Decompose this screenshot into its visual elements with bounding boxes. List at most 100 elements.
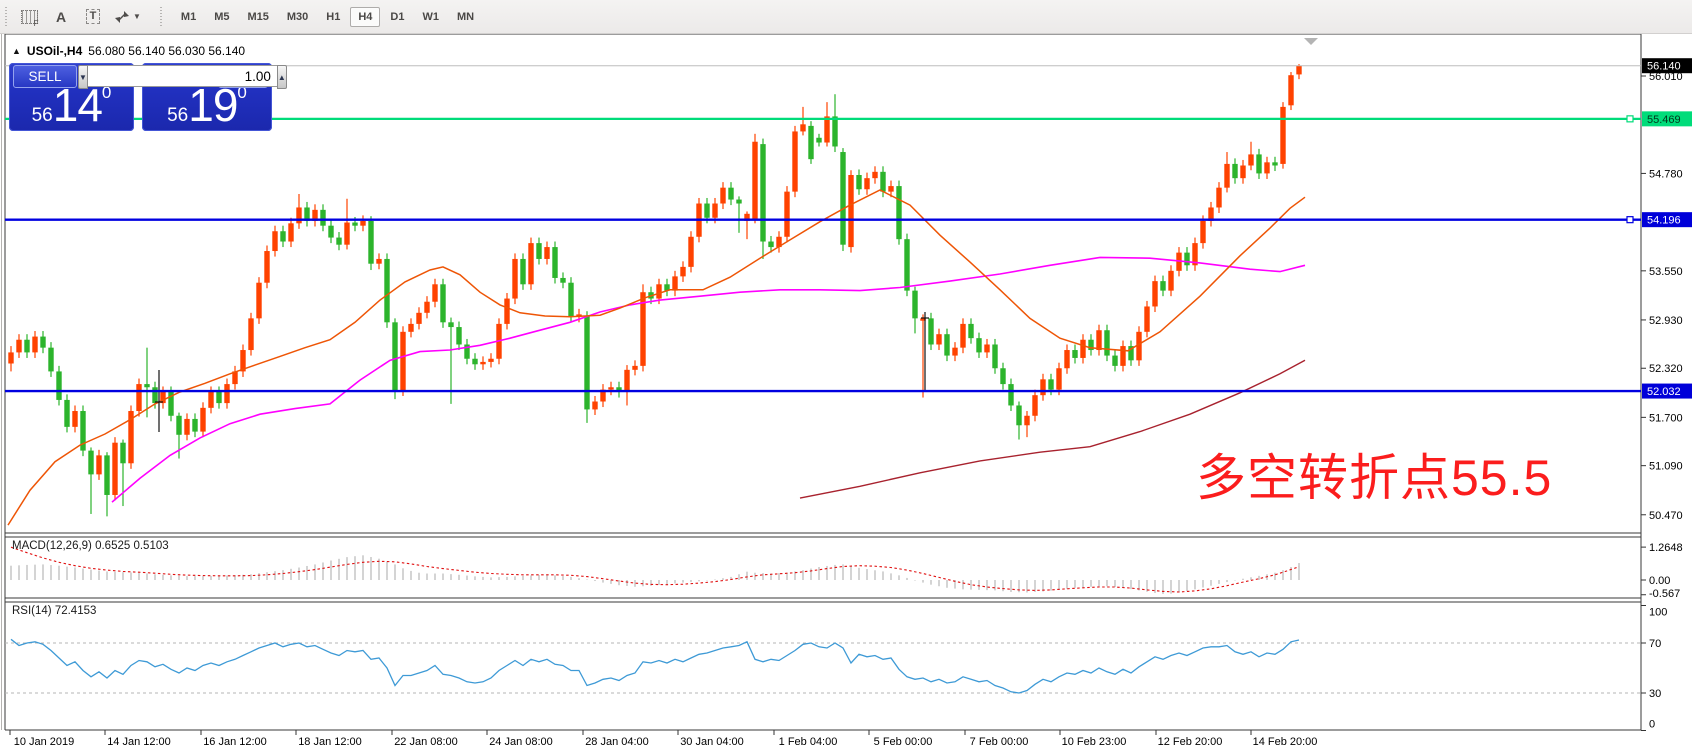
tab-timeframe-m30[interactable]: M30 (279, 7, 316, 27)
candle-body (992, 344, 997, 368)
candle-body (1072, 350, 1077, 358)
candle-body (856, 175, 861, 189)
candle-body (1160, 281, 1165, 291)
candle-body (1000, 368, 1005, 384)
symbol-name: USOil-,H4 (27, 44, 82, 58)
candle-body (544, 247, 549, 259)
candle-body (408, 324, 413, 332)
candle-body (1248, 154, 1253, 165)
candle-body (712, 204, 717, 218)
time-axis-label[interactable]: 16 Jan 12:00 (203, 736, 267, 748)
candle-body (960, 324, 965, 348)
time-axis-label[interactable]: 28 Jan 04:00 (585, 736, 649, 748)
time-axis-label[interactable]: 14 Jan 12:00 (107, 736, 171, 748)
tab-timeframe-m5[interactable]: M5 (206, 7, 237, 27)
macd-axis-label: 1.2648 (1649, 542, 1683, 554)
toolbar-grip-2[interactable] (159, 7, 164, 27)
candle-body (680, 267, 685, 277)
candle-body (152, 387, 157, 403)
time-axis-label[interactable]: 30 Jan 04:00 (680, 736, 744, 748)
candle-body (1032, 395, 1037, 416)
candle-body (200, 408, 205, 432)
candle-body (456, 327, 461, 344)
candle-body (840, 152, 845, 245)
time-axis-label[interactable]: 10 Jan 2019 (14, 736, 75, 748)
volume-increase-button[interactable]: ▲ (277, 65, 287, 89)
price-axis-label: 54.780 (1649, 168, 1683, 180)
time-axis-label[interactable]: 18 Jan 12:00 (298, 736, 362, 748)
tab-timeframe-w1[interactable]: W1 (414, 7, 447, 27)
price-axis-label: 53.550 (1649, 266, 1683, 278)
toolbar-grip[interactable] (4, 7, 9, 27)
candle-body (1048, 379, 1053, 389)
tab-timeframe-m15[interactable]: M15 (239, 7, 276, 27)
time-axis-label[interactable]: 12 Feb 20:00 (1158, 736, 1223, 748)
time-axis-label[interactable]: 10 Feb 23:00 (1062, 736, 1127, 748)
candle-body (384, 259, 389, 322)
candle-body (768, 242, 773, 248)
time-axis-label[interactable]: 1 Feb 04:00 (779, 736, 838, 748)
candle-body (344, 223, 349, 245)
candle-body (864, 178, 869, 189)
candle-body (104, 455, 109, 495)
time-axis-label[interactable]: 22 Jan 08:00 (394, 736, 458, 748)
level-line-handle[interactable] (1627, 217, 1633, 223)
tab-timeframe-d1[interactable]: D1 (382, 7, 412, 27)
sell-button[interactable]: SELL (13, 65, 77, 88)
indicator-list-icon[interactable]: F (16, 4, 42, 30)
candle-body (24, 340, 29, 353)
candle-body (816, 138, 821, 143)
annotation-text[interactable]: 多空转折点55.5 (1196, 451, 1552, 506)
time-axis-label[interactable]: 7 Feb 00:00 (970, 736, 1029, 748)
macd-label: MACD(12,26,9) 0.6525 0.5103 (12, 540, 169, 552)
one-click-toggle[interactable]: ▲ (12, 46, 21, 56)
rsi-axis-label: 30 (1649, 688, 1661, 700)
candle-body (904, 239, 909, 290)
volume-decrease-button[interactable]: ▼ (78, 65, 88, 89)
candle-body (1096, 330, 1101, 350)
candle-body (976, 338, 981, 352)
candle-body (1168, 271, 1173, 291)
volume-input[interactable] (88, 65, 277, 87)
candle-body (248, 318, 253, 350)
tab-timeframe-h4[interactable]: H4 (350, 7, 380, 27)
text-label-icon[interactable]: A (48, 4, 74, 30)
tab-timeframe-h1[interactable]: H1 (318, 7, 348, 27)
one-click-trading-panel: 56140 56190 SELL BUY ▼ ▲ (9, 63, 272, 131)
candle-body (1152, 281, 1157, 306)
candle-body (448, 322, 453, 327)
candle-body (1272, 162, 1277, 165)
candle-body (688, 237, 693, 267)
level-line-handle[interactable] (1627, 116, 1633, 122)
tab-timeframe-mn[interactable]: MN (449, 7, 482, 27)
candle-body (720, 188, 725, 204)
price-badge-label: 54.196 (1647, 215, 1681, 227)
ma-mid-line (112, 257, 1305, 502)
candle-body (752, 142, 757, 219)
text-box-icon[interactable]: T (80, 4, 106, 30)
candle-body (536, 243, 541, 259)
drawing-tools-icon[interactable]: ▼ (112, 4, 142, 30)
candle-body (520, 259, 525, 284)
candle-body (592, 402, 597, 410)
macd-axis-label: -0.567 (1649, 588, 1680, 600)
time-axis-label[interactable]: 5 Feb 00:00 (874, 736, 933, 748)
candle-body (760, 144, 765, 241)
candle-body (672, 276, 677, 290)
chevron-down-icon: ▼ (133, 12, 141, 21)
candle-body (832, 116, 837, 146)
tab-timeframe-m1[interactable]: M1 (173, 7, 204, 27)
rsi-label: RSI(14) 72.4153 (12, 605, 96, 617)
candle-body (880, 172, 885, 192)
candle-body (96, 455, 101, 474)
chart-shift-marker[interactable] (1304, 38, 1318, 45)
timeframe-bar: M1M5M15M30H1H4D1W1MN (172, 7, 483, 27)
candle-body (328, 226, 333, 238)
candle-body (32, 337, 37, 353)
candle-body (336, 238, 341, 245)
candle-body (8, 352, 13, 363)
time-axis-label[interactable]: 14 Feb 20:00 (1253, 736, 1318, 748)
time-axis-label[interactable]: 24 Jan 08:00 (489, 736, 553, 748)
candle-body (400, 332, 405, 391)
candle-body (1112, 356, 1117, 366)
